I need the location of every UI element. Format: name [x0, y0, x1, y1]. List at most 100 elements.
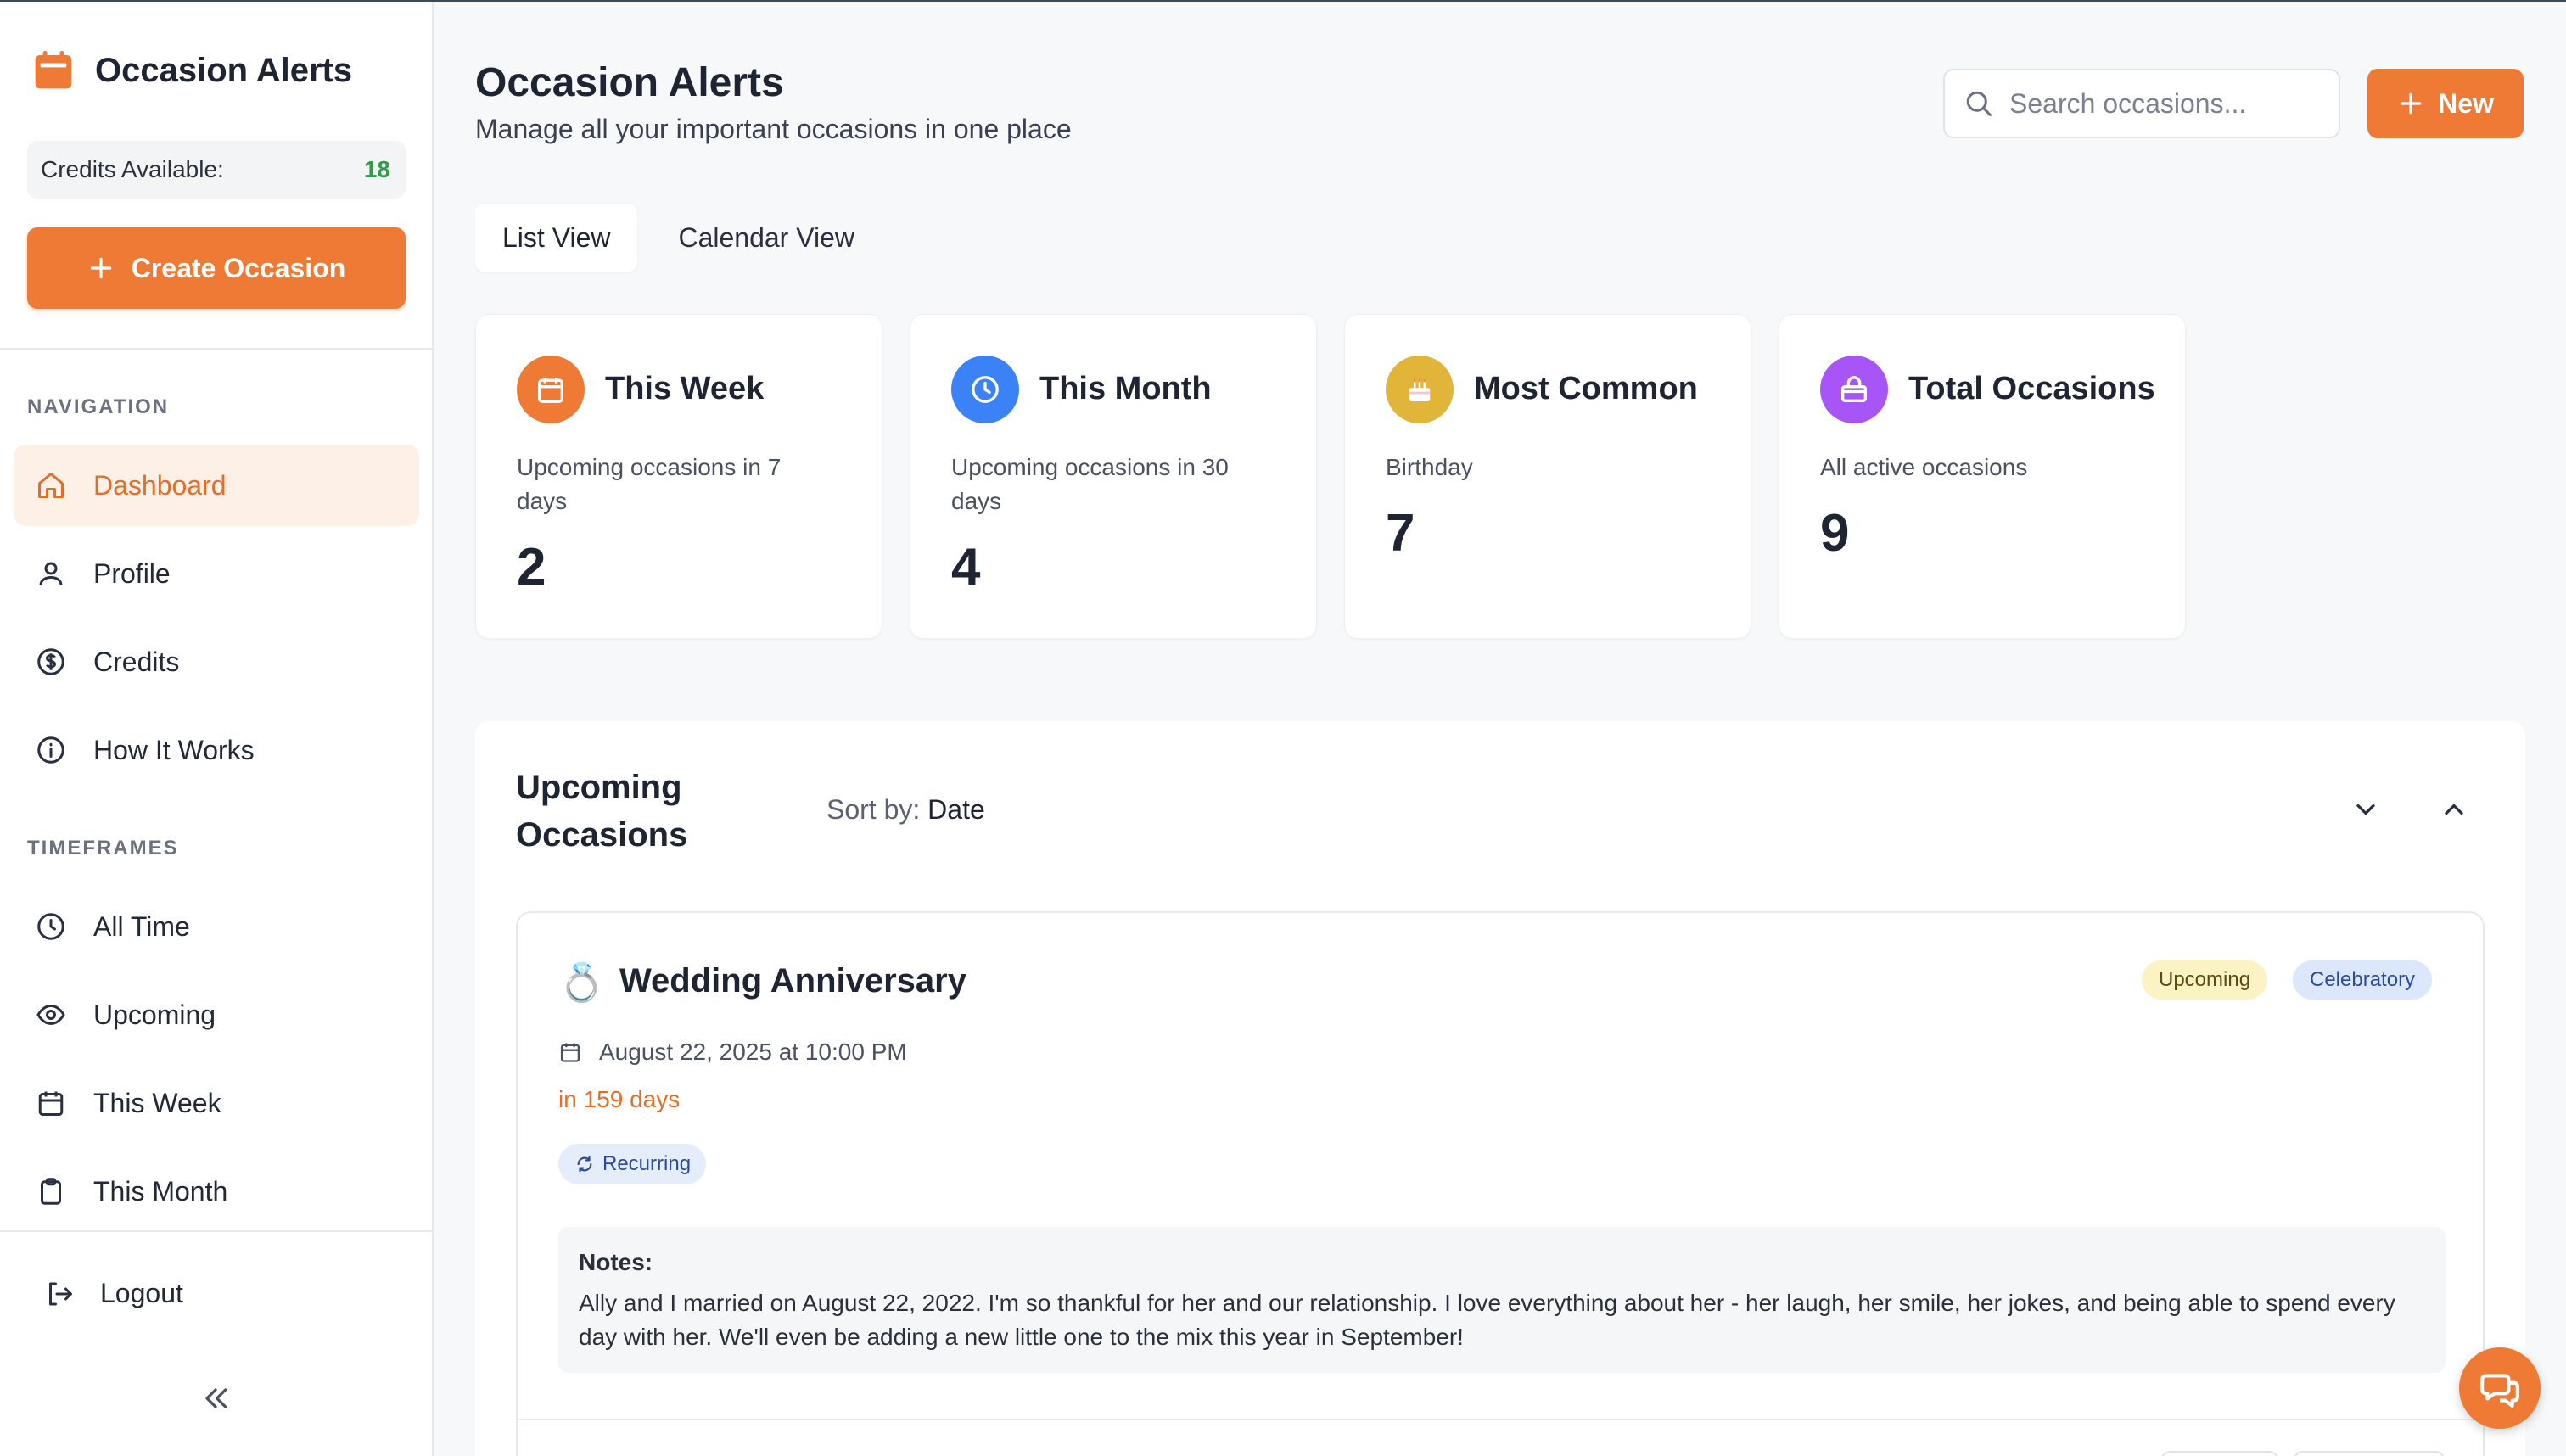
plus-icon: [90, 257, 111, 279]
double-chevron-left-icon: [205, 1388, 227, 1408]
logout-button[interactable]: Logout: [44, 1278, 183, 1309]
notes-label: Notes:: [579, 1249, 653, 1275]
sidebar-item-label: Profile: [93, 557, 171, 589]
sidebar-item-label: Dashboard: [93, 469, 227, 501]
sort-label: Sort by:: [826, 794, 921, 825]
chat-button[interactable]: [2459, 1347, 2541, 1429]
recurring-badge: Recurring: [558, 1144, 707, 1184]
sidebar-item-this-month[interactable]: This Month: [14, 1151, 419, 1232]
stat-description: Upcoming occasions in 30 days: [951, 454, 1229, 514]
stat-title: Total Occasions: [1908, 371, 2155, 406]
stat-description: Birthday: [1386, 454, 1473, 480]
sidebar-item-label: All Time: [93, 910, 190, 942]
occasion-date-text: August 22, 2025 at 10:00 PM: [599, 1039, 907, 1065]
stat-title: Most Common: [1474, 371, 1698, 406]
search-box[interactable]: [1943, 69, 2340, 138]
page-subtitle: Manage all your important occasions in o…: [475, 114, 1072, 144]
info-icon: [37, 736, 64, 764]
new-occasion-button[interactable]: New: [2367, 69, 2524, 138]
collapse-sidebar-button[interactable]: [199, 1381, 233, 1420]
stat-card-most-common: Most Common Birthday 7: [1344, 314, 1751, 639]
sidebar-item-label: This Week: [93, 1087, 221, 1118]
search-icon: [1966, 91, 1992, 116]
user-icon: [39, 562, 63, 585]
stat-value: 7: [1386, 504, 1415, 563]
sidebar-item-all-time[interactable]: All Time: [14, 886, 419, 967]
create-occasion-button[interactable]: Create Occasion: [27, 227, 406, 309]
sidebar-item-upcoming[interactable]: Upcoming: [14, 974, 419, 1056]
search-input[interactable]: [2009, 87, 2323, 120]
refresh-icon: [577, 1156, 592, 1173]
notes-text: Ally and I married on August 22, 2022. I…: [579, 1290, 2395, 1350]
gift-icon: [1820, 356, 1888, 423]
sidebar-divider: [0, 348, 432, 350]
edit-button[interactable]: [2160, 1451, 2279, 1456]
navigation-section-label: NAVIGATION: [27, 395, 170, 418]
logout-label: Logout: [100, 1278, 183, 1308]
occasion-title: Wedding Anniversary: [619, 962, 966, 1000]
recurring-label: Recurring: [602, 1152, 692, 1175]
credits-value: 18: [363, 156, 390, 182]
create-occasion-label: Create Occasion: [131, 252, 346, 283]
tab-list-view[interactable]: List View: [475, 204, 638, 272]
stat-value: 4: [951, 538, 981, 596]
sidebar-item-how-it-works[interactable]: How It Works: [14, 709, 419, 791]
cake-icon: [1386, 356, 1454, 423]
chevron-down-icon: [2356, 804, 2375, 815]
sidebar: Occasion Alerts Credits Available: 18 Cr…: [0, 2, 434, 1456]
chevron-up-icon: [2445, 804, 2463, 815]
sidebar-divider: [0, 1230, 432, 1232]
sidebar-item-dashboard[interactable]: Dashboard: [14, 445, 419, 526]
upcoming-occasions-panel: Upcoming Occasions Sort by: Date 💍 Weddi…: [475, 721, 2525, 1456]
eye-icon: [36, 1004, 65, 1026]
occasion-countdown: in 159 days: [558, 1086, 681, 1112]
sidebar-item-credits[interactable]: Credits: [14, 621, 419, 703]
collapse-panel-button[interactable]: [2439, 794, 2469, 829]
clock-icon: [37, 913, 64, 940]
plus-icon: [2400, 92, 2422, 115]
stat-card-total-occasions: Total Occasions All active occasions 9: [1779, 314, 2186, 639]
calendar-icon: [38, 1091, 64, 1116]
clock-icon: [951, 356, 1019, 423]
chat-bubbles-icon: [2480, 1374, 2519, 1408]
credits-label: Credits Available:: [41, 156, 224, 182]
stat-value: 9: [1820, 504, 1850, 563]
stat-card-this-month: This Month Upcoming occasions in 30 days…: [910, 314, 1317, 639]
sidebar-item-label: Upcoming: [93, 999, 216, 1030]
timeframes-section-label: TIMEFRAMES: [27, 837, 179, 860]
ring-icon: 💍: [558, 962, 605, 1004]
credits-summary: Credits Available: 18: [27, 141, 406, 199]
stat-title: This Month: [1039, 371, 1212, 406]
sort-value: Date: [927, 794, 985, 825]
new-label: New: [2438, 87, 2494, 119]
sidebar-item-label: Credits: [93, 646, 180, 677]
delete-button[interactable]: [2293, 1451, 2446, 1456]
calendar-icon: [560, 1043, 580, 1062]
status-badge: Upcoming: [2142, 960, 2268, 1000]
dollar-circle-icon: [37, 648, 64, 675]
calendar-icon: [35, 51, 72, 89]
view-tabs: List View Calendar View: [475, 204, 882, 272]
upcoming-title: Upcoming Occasions: [516, 769, 688, 854]
category-badge: Celebratory: [2293, 960, 2433, 1000]
logout-icon: [49, 1282, 72, 1305]
occasion-card[interactable]: 💍 Wedding Anniversary Upcoming Celebrato…: [516, 911, 2485, 1456]
calendar-icon: [517, 356, 585, 423]
card-footer-divider: [518, 1419, 2483, 1420]
sidebar-item-label: This Month: [93, 1175, 228, 1207]
stat-title: This Week: [605, 371, 765, 406]
clipboard-icon: [41, 1178, 61, 1205]
stat-value: 2: [517, 538, 546, 596]
brand[interactable]: Occasion Alerts: [31, 48, 352, 93]
sort-control[interactable]: Sort by: Date: [826, 794, 985, 826]
sort-descending-button[interactable]: [2350, 794, 2381, 829]
sidebar-item-this-week[interactable]: This Week: [14, 1062, 419, 1144]
brand-title: Occasion Alerts: [95, 51, 353, 89]
home-icon: [38, 473, 64, 498]
tab-calendar-view[interactable]: Calendar View: [651, 204, 882, 272]
occasion-date: August 22, 2025 at 10:00 PM: [558, 1039, 907, 1066]
sidebar-item-profile[interactable]: Profile: [14, 533, 419, 614]
stat-description: Upcoming occasions in 7 days: [517, 454, 782, 514]
stat-description: All active occasions: [1820, 454, 2028, 480]
sidebar-item-label: How It Works: [93, 734, 255, 765]
